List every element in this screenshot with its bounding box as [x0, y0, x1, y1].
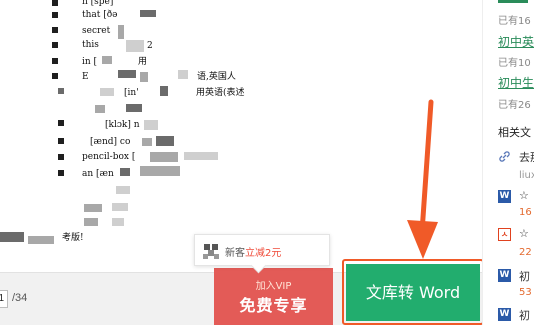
- doc-line: an [æn: [82, 169, 114, 179]
- convert-to-word-button[interactable]: 文库转 Word: [342, 259, 484, 325]
- redacted-block: [52, 73, 58, 79]
- related-doc-sub: 16: [519, 207, 532, 218]
- doc-line: that [ðə: [82, 10, 118, 20]
- pdf-icon: ㅅ: [498, 228, 511, 241]
- redacted-block: [118, 25, 124, 39]
- convert-label: 文库转 Word: [346, 264, 480, 321]
- doc-line: pencil-box [: [82, 152, 136, 162]
- redacted-block: [160, 86, 168, 96]
- redacted-block: [95, 105, 105, 113]
- redacted-block: [58, 88, 64, 94]
- word-icon: W: [498, 308, 511, 321]
- redacted-block: [140, 166, 180, 176]
- redacted-block: [58, 120, 64, 126]
- related-doc-title[interactable]: 初: [519, 268, 530, 284]
- word-icon: W: [498, 190, 511, 203]
- related-doc-sub: 22: [519, 247, 532, 258]
- redacted-block: [102, 56, 112, 64]
- redacted-block: [58, 170, 64, 176]
- vip-label: 加入VIP: [255, 281, 292, 292]
- tooltip-text: 新客立减2元: [225, 248, 282, 259]
- vip-cta: 免费专享: [239, 296, 308, 315]
- doc-line: [in': [124, 88, 139, 98]
- doc-line: [ænd] co: [90, 137, 131, 147]
- join-vip-button[interactable]: 加入VIP 免费专享: [214, 268, 333, 325]
- redacted-block: [140, 10, 156, 17]
- redacted-block: [52, 58, 58, 64]
- tooltip-discount: 立减2元: [245, 248, 282, 259]
- redacted-block: [126, 104, 142, 112]
- related-docs-heading: 相关文: [498, 126, 531, 139]
- related-doc-sub: 53: [519, 287, 532, 298]
- redacted-block: [52, 12, 58, 18]
- redacted-block: [156, 136, 174, 146]
- sidebar-item-link[interactable]: 初中生: [498, 74, 534, 91]
- doc-line: in [: [82, 57, 98, 67]
- related-docs-sidebar: 已有16 初中英 已有10 初中生 已有26 相关文 去那 liux W ☆ 1…: [482, 0, 534, 325]
- related-doc-sub: liux: [519, 170, 534, 181]
- redacted-block: [116, 186, 130, 194]
- sidebar-top-link-fragment[interactable]: [498, 0, 528, 3]
- redacted-block: [84, 204, 102, 212]
- related-doc-title[interactable]: 初: [519, 307, 530, 323]
- sidebar-item-meta: 已有10: [498, 58, 531, 69]
- related-doc-title[interactable]: ☆: [519, 189, 529, 202]
- redacted-block: [52, 42, 58, 48]
- annotation-arrow-icon: [407, 99, 438, 259]
- link-icon: [498, 150, 511, 163]
- redacted-block: [140, 72, 148, 82]
- page-total-label: /34: [12, 292, 28, 304]
- word-icon: W: [498, 269, 511, 282]
- doc-line: 语,英国人: [197, 72, 236, 82]
- redacted-block: [28, 236, 54, 244]
- redacted-block: [58, 154, 64, 160]
- page-number-input[interactable]: 1: [0, 290, 8, 308]
- gift-icon: [201, 241, 221, 261]
- doc-line: 2: [147, 41, 153, 51]
- doc-line: E: [82, 72, 89, 82]
- redacted-block: [112, 203, 128, 211]
- redacted-block: [58, 138, 64, 144]
- redacted-block: [112, 218, 124, 226]
- doc-line: 用英语(表述: [196, 88, 245, 98]
- redacted-block: [142, 138, 152, 146]
- redacted-block: [100, 88, 114, 96]
- redacted-block: [126, 40, 144, 52]
- related-doc-title[interactable]: ☆: [519, 227, 529, 240]
- redacted-block: [144, 120, 158, 130]
- doc-line: n [spe]: [82, 0, 114, 7]
- redacted-block: [150, 152, 178, 162]
- doc-line: [klɔk] n: [105, 120, 140, 130]
- doc-line: 用: [138, 57, 148, 67]
- doc-line: this: [82, 40, 99, 50]
- redacted-block: [52, 0, 58, 6]
- redacted-block: [120, 168, 130, 176]
- redacted-block: [52, 27, 58, 33]
- new-user-discount-tooltip: 新客立减2元: [194, 234, 330, 266]
- related-doc-title[interactable]: 去那: [519, 149, 534, 165]
- redacted-block: [84, 218, 98, 226]
- redacted-block: [118, 70, 136, 78]
- redacted-block: [0, 232, 24, 242]
- redacted-block: [184, 152, 218, 160]
- sidebar-item-meta: 已有26: [498, 100, 531, 111]
- redacted-block: [178, 70, 188, 79]
- doc-line: 考版!: [62, 233, 84, 243]
- doc-line: secret: [82, 26, 111, 36]
- sidebar-item-meta: 已有16: [498, 16, 531, 27]
- sidebar-item-link[interactable]: 初中英: [498, 33, 534, 50]
